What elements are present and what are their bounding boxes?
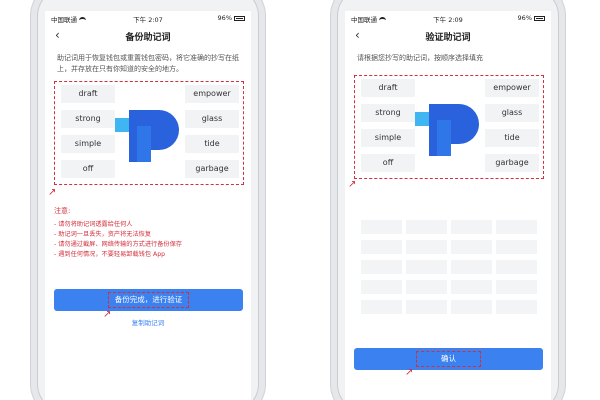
mnemonic-word-box: draft empower strong glass simple tide off garb…: [54, 81, 244, 185]
phone-frame-backup: 中国联通 下午 2:07 96% ‹ 备份助记词 助记词用于恢复钱包或重置钱包密…: [37, 0, 259, 400]
mnemonic-word-chip[interactable]: strong: [361, 104, 415, 122]
page-title: 备份助记词: [125, 33, 171, 43]
mnemonic-word-chip[interactable]: off: [361, 154, 415, 172]
fill-slot[interactable]: [361, 300, 402, 314]
fill-slot[interactable]: [361, 260, 402, 274]
phone-frame-verify: 中国联通 下午 2:09 96% ‹ 验证助记词 请根据您抄写的助记词，按顺序选…: [337, 0, 559, 400]
button-label: 备份完成，进行验证: [107, 292, 190, 308]
status-bar: 中国联通 下午 2:09 96%: [345, 11, 551, 25]
mnemonic-word-chip: strong: [61, 110, 115, 128]
fill-slot[interactable]: [406, 300, 447, 314]
note-item: - 遇到任何情况，不要轻易卸载钱包 App: [54, 251, 166, 258]
status-bar: 中国联通 下午 2:07 96%: [45, 11, 251, 25]
fill-row: [361, 300, 537, 314]
battery-icon: [534, 16, 545, 21]
fill-row: [361, 260, 537, 274]
mnemonic-word-chip[interactable]: tide: [485, 129, 539, 147]
note-item: - 请勿通过截屏、网络传输的方式进行备份保存: [54, 241, 182, 248]
mnemonic-word-chip: tide: [185, 135, 239, 153]
battery-indicator: 96%: [518, 14, 545, 22]
nav-bar: ‹ 验证助记词: [345, 25, 551, 47]
verify-description: 请根据您抄写的助记词，按顺序选择填充: [357, 54, 483, 62]
mnemonic-word-chip[interactable]: empower: [485, 79, 539, 97]
fill-slot[interactable]: [451, 220, 492, 234]
fill-row: [361, 220, 537, 234]
wallet-logo-icon: [415, 104, 479, 156]
pointer-arrow-icon: ↗: [48, 187, 57, 198]
caution-notes: 注意: - 请勿将助记词透露给任何人 - 助记词一旦丢失，资产将无法恢复 - 请…: [54, 206, 244, 260]
battery-indicator: 96%: [218, 14, 245, 22]
pointer-arrow-icon: ↗: [348, 179, 357, 190]
mnemonic-word-chip: off: [61, 160, 115, 178]
fill-slot[interactable]: [361, 240, 402, 254]
nav-bar: ‹ 备份助记词: [45, 25, 251, 47]
mnemonic-word-chip: glass: [185, 110, 239, 128]
verify-screen: 中国联通 下午 2:09 96% ‹ 验证助记词 请根据您抄写的助记词，按顺序选…: [345, 11, 551, 400]
fill-slot[interactable]: [496, 240, 537, 254]
fill-slot[interactable]: [406, 260, 447, 274]
wallet-logo-icon: [115, 110, 179, 162]
backup-done-verify-button[interactable]: 备份完成，进行验证: [54, 289, 243, 311]
battery-icon: [234, 16, 245, 21]
mnemonic-word-chip[interactable]: simple: [361, 129, 415, 147]
copy-mnemonic-link[interactable]: 复制助记词: [45, 317, 251, 327]
fill-slot-grid: [361, 220, 537, 320]
fill-slot[interactable]: [451, 300, 492, 314]
mnemonic-word-box: draft empower strong glass simple tide off garb…: [354, 75, 544, 179]
fill-slot[interactable]: [496, 300, 537, 314]
mnemonic-word-chip: draft: [61, 85, 115, 103]
fill-slot[interactable]: [361, 280, 402, 294]
fill-slot[interactable]: [406, 240, 447, 254]
note-item: - 助记词一旦丢失，资产将无法恢复: [54, 231, 152, 238]
backup-description: 助记词用于恢复钱包或重置钱包密码，将它准确的抄写在纸上，并存放在只有你知道的安全…: [57, 54, 239, 73]
mnemonic-word-chip: empower: [185, 85, 239, 103]
fill-slot[interactable]: [451, 260, 492, 274]
fill-slot[interactable]: [406, 220, 447, 234]
confirm-button[interactable]: 确认: [354, 348, 543, 370]
fill-slot[interactable]: [496, 260, 537, 274]
note-item: - 请勿将助记词透露给任何人: [54, 221, 133, 228]
backup-screen: 中国联通 下午 2:07 96% ‹ 备份助记词 助记词用于恢复钱包或重置钱包密…: [45, 11, 251, 400]
fill-slot[interactable]: [451, 280, 492, 294]
fill-row: [361, 240, 537, 254]
mnemonic-word-chip[interactable]: glass: [485, 104, 539, 122]
mnemonic-word-chip: simple: [61, 135, 115, 153]
fill-slot[interactable]: [451, 240, 492, 254]
fill-slot[interactable]: [361, 220, 402, 234]
fill-slot[interactable]: [406, 280, 447, 294]
pointer-arrow-icon: ↗: [405, 367, 414, 378]
notes-title: 注意:: [54, 207, 71, 215]
mnemonic-word-chip[interactable]: draft: [361, 79, 415, 97]
fill-row: [361, 280, 537, 294]
fill-slot[interactable]: [496, 220, 537, 234]
fill-slot[interactable]: [496, 280, 537, 294]
mnemonic-word-chip[interactable]: garbage: [485, 154, 539, 172]
button-label: 确认: [416, 351, 481, 367]
mnemonic-word-chip: garbage: [185, 160, 239, 178]
page-title: 验证助记词: [425, 33, 471, 43]
